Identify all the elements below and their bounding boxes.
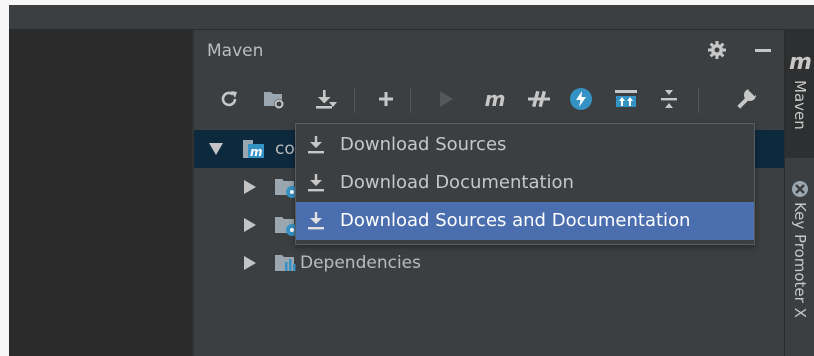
expand-arrow-icon[interactable] (209, 143, 223, 155)
key-promoter-side-tab[interactable]: Key Promoter X (791, 202, 809, 318)
gear-icon[interactable] (707, 40, 727, 60)
toggle-offline-icon[interactable] (527, 87, 551, 111)
panel-title: Maven (207, 41, 264, 61)
menu-item-download-sources[interactable]: Download Sources (296, 126, 754, 164)
tree-item-label: Dependencies (300, 253, 421, 273)
menu-item-label: Download Documentation (340, 172, 574, 193)
maven-project-icon: m (242, 138, 266, 160)
run-icon[interactable] (434, 87, 458, 111)
expand-arrow-icon[interactable] (244, 256, 256, 270)
key-promoter-icon (791, 180, 809, 198)
maven-side-tab[interactable]: m Maven (785, 30, 814, 158)
maven-glyph: m (789, 50, 812, 75)
download-icon (306, 173, 326, 193)
right-tool-strip: m Maven Key Promoter X (784, 30, 814, 356)
tree-row-dependencies[interactable]: Dependencies (194, 244, 784, 282)
toolbar-separator (410, 87, 411, 113)
skip-tests-icon[interactable] (569, 87, 593, 111)
download-icon (306, 135, 326, 155)
maven-goal-icon[interactable]: m (483, 87, 507, 111)
maven-side-tab-label: Maven (791, 80, 809, 130)
add-icon[interactable] (374, 87, 398, 111)
toolbar-separator (354, 87, 355, 113)
expand-arrow-icon[interactable] (244, 218, 256, 232)
download-icon (306, 211, 326, 231)
editor-area[interactable] (9, 30, 192, 356)
menu-item-download-documentation[interactable]: Download Documentation (296, 164, 754, 202)
maven-toolbar: m (194, 82, 784, 118)
svg-text:m: m (250, 145, 263, 159)
dropdown-caret-icon (329, 100, 337, 108)
maven-panel-header: Maven (194, 30, 784, 68)
collapse-all-icon[interactable] (657, 87, 681, 111)
minimize-icon[interactable] (753, 40, 773, 60)
dependencies-folder-icon (274, 253, 298, 273)
window-top-bar (9, 5, 814, 30)
reload-icon[interactable] (217, 87, 241, 111)
download-dropdown-menu: Download Sources Download Documentation … (295, 123, 755, 245)
settings-wrench-icon[interactable] (734, 87, 758, 111)
menu-item-download-sources-and-documentation[interactable]: Download Sources and Documentation (296, 202, 754, 240)
menu-item-label: Download Sources (340, 134, 507, 155)
expand-arrow-icon[interactable] (244, 180, 256, 194)
show-dependencies-icon[interactable] (614, 87, 638, 111)
menu-item-label: Download Sources and Documentation (340, 210, 691, 231)
generate-sources-icon[interactable] (262, 87, 286, 111)
toolbar-separator (698, 87, 699, 113)
